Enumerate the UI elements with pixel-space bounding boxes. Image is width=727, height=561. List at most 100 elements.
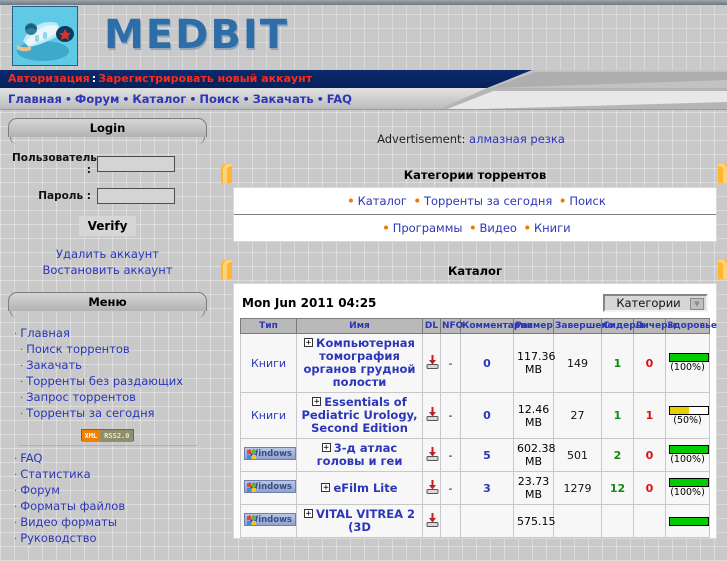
category-link-torrenty-za-segodnya[interactable]: Торренты за сегодня <box>424 194 552 208</box>
cell-dl[interactable] <box>422 504 441 538</box>
cell-dl[interactable] <box>422 471 441 505</box>
menu-item[interactable]: · Форум <box>14 483 203 499</box>
nav-item-glavnaya[interactable]: Главная <box>8 92 62 106</box>
cell-completed: 501 <box>553 438 602 472</box>
menu-link-torrenty-za-segodnya[interactable]: Торренты за сегодня <box>26 406 154 420</box>
cell-comments[interactable]: 0 <box>460 333 514 393</box>
menu-item[interactable]: · Закачать <box>14 358 203 374</box>
rss-label: RSS2.0 <box>100 430 134 442</box>
download-icon[interactable] <box>426 354 439 369</box>
table-row[interactable]: Книги + Компьютерная томография органов гр… <box>240 333 710 393</box>
table-row[interactable]: Книги + Essentials of Pediatric Urology, S… <box>240 392 710 439</box>
menu-item[interactable]: · Статистика <box>14 467 203 483</box>
nav-item-faq[interactable]: FAQ <box>327 92 352 106</box>
menu-link-zakachat[interactable]: Закачать <box>26 358 82 372</box>
expand-icon[interactable]: + <box>312 397 322 407</box>
torrent-name-link[interactable]: Компьютерная томография органов грудной … <box>304 336 416 389</box>
category-link-katalog[interactable]: Каталог <box>358 194 407 208</box>
menu-link-rukovodstvo[interactable]: Руководство <box>20 531 96 545</box>
menu-item[interactable]: · Торренты без раздающих <box>14 374 203 390</box>
col-seeders[interactable]: Сидеры <box>601 318 644 334</box>
col-name[interactable]: Имя <box>296 318 423 334</box>
cell-dl[interactable] <box>422 438 441 472</box>
nav-item-poisk[interactable]: Поиск <box>199 92 239 106</box>
download-icon[interactable] <box>426 479 439 494</box>
menu-item[interactable]: · Главная <box>14 326 203 342</box>
menu-item[interactable]: · Запрос торрентов <box>14 390 203 406</box>
category-link-poisk[interactable]: Поиск <box>569 194 605 208</box>
cell-name: + eFilm Lite <box>296 471 423 505</box>
expand-icon[interactable]: + <box>321 443 331 453</box>
cell-leechers: 1 <box>633 392 666 439</box>
password-input[interactable] <box>97 188 175 204</box>
menu-link-statistika[interactable]: Статистика <box>20 467 90 481</box>
cell-dl[interactable] <box>422 392 441 439</box>
login-panel: Login Пользователь : Пароль : Verify Уда… <box>8 118 207 280</box>
menu-link-formaty-faylov[interactable]: Форматы файлов <box>20 499 125 513</box>
rss-badge-row: XML RSS2.0 <box>12 428 203 442</box>
col-dl[interactable]: DL <box>422 318 441 334</box>
menu-link-glavnaya[interactable]: Главная <box>20 326 70 340</box>
username-input[interactable] <box>97 156 175 172</box>
menu-item[interactable]: · Видео форматы <box>14 515 203 531</box>
menu-link-forum[interactable]: Форум <box>20 483 60 497</box>
category-link-programmy[interactable]: Программы <box>393 221 463 235</box>
cell-comments[interactable]: 5 <box>460 438 514 472</box>
menu-link-video-formaty[interactable]: Видео форматы <box>20 515 117 529</box>
cell-health: (100%) <box>665 333 710 393</box>
restore-account-link[interactable]: Востановить аккаунт <box>12 262 203 278</box>
chevron-down-icon: ▼ <box>690 298 704 310</box>
menu-item[interactable]: · FAQ <box>14 451 203 467</box>
login-link[interactable]: Авторизация <box>8 72 90 85</box>
category-link-knigi[interactable]: Книги <box>534 221 571 235</box>
nav-item-katalog[interactable]: Каталог <box>132 92 186 106</box>
menu-link-bez-razdayushchih[interactable]: Торренты без раздающих <box>26 374 183 388</box>
download-icon[interactable] <box>426 446 439 461</box>
windows-type-badge: Windows <box>244 480 296 493</box>
col-comments[interactable]: Комментарии <box>460 318 533 334</box>
torrents-table: Тип Имя DL NFO Комментарии Размер Заверш… <box>240 318 717 538</box>
expand-icon[interactable]: + <box>321 482 331 492</box>
delete-account-link[interactable]: Удалить аккаунт <box>12 246 203 262</box>
nav-sep: • <box>64 93 72 106</box>
table-row[interactable]: Windows +3-д атлас головы и геи -5 602.38 M… <box>240 438 710 472</box>
col-health[interactable]: Здоровье <box>665 318 717 334</box>
cell-size: 117.36 MB <box>513 333 556 393</box>
torrent-name-link[interactable]: VITAL VITREA 2 (3D <box>316 507 415 534</box>
col-size[interactable]: Размер <box>513 318 554 334</box>
category-select[interactable]: Категории ▼ <box>603 294 708 312</box>
table-row[interactable]: Windows + VITAL VITREA 2 (3D 575.15 <box>240 504 710 538</box>
col-nfo[interactable]: NFO <box>440 318 463 334</box>
download-icon[interactable] <box>426 407 439 421</box>
cell-comments[interactable] <box>460 504 514 538</box>
menu-item[interactable]: · Торренты за сегодня <box>14 406 203 422</box>
col-leechers[interactable]: Личеры <box>633 318 676 334</box>
verify-button[interactable]: Verify <box>78 216 137 236</box>
site-logo[interactable] <box>12 6 78 66</box>
cell-comments[interactable]: 3 <box>460 471 514 505</box>
nav-sep: • <box>316 93 324 106</box>
rss-feed-badge[interactable]: XML RSS2.0 <box>80 429 135 442</box>
cell-dl[interactable] <box>422 333 441 393</box>
menu-item[interactable]: · Поиск торрентов <box>14 342 203 358</box>
expand-icon[interactable]: + <box>303 509 313 519</box>
register-link[interactable]: Зарегистрировать новый аккаунт <box>98 72 312 85</box>
cell-health: (100%) <box>665 471 710 505</box>
table-row[interactable]: Windows + eFilm Lite -3 23.73 MB 1279 12 0 (100%… <box>240 471 710 505</box>
torrent-name-link[interactable]: eFilm Lite <box>333 481 397 495</box>
menu-link-zapros-torrentov[interactable]: Запрос торрентов <box>26 390 136 404</box>
advertisement-link[interactable]: алмазная резка <box>469 132 565 146</box>
username-label: Пользователь : <box>12 152 97 176</box>
category-link-video[interactable]: Видео <box>480 221 517 235</box>
menu-link-poisk-torrentov[interactable]: Поиск торрентов <box>26 342 130 356</box>
col-type[interactable]: Тип <box>240 318 297 334</box>
health-bar <box>669 478 709 487</box>
nav-item-zakachat[interactable]: Закачать <box>253 92 314 106</box>
menu-item[interactable]: · Форматы файлов <box>14 499 203 515</box>
nav-item-forum[interactable]: Форум <box>75 92 119 106</box>
menu-link-faq[interactable]: FAQ <box>20 451 42 465</box>
col-completed[interactable]: Завершено <box>553 318 614 334</box>
expand-icon[interactable]: + <box>304 338 314 348</box>
download-icon[interactable] <box>426 512 439 527</box>
cell-comments[interactable]: 0 <box>460 392 514 439</box>
